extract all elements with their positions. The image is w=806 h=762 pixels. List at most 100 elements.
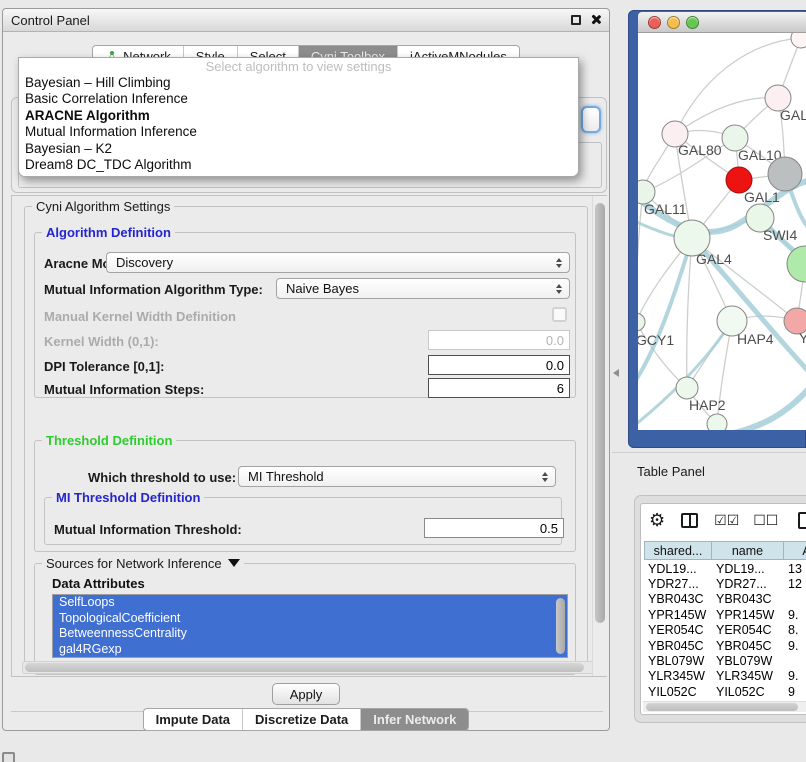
- network-window-titlebar[interactable]: [638, 12, 806, 33]
- network-canvas[interactable]: GALGAL80GAL10GAL1GAL11SWI4GAL4GCY1HAP4YH…: [638, 33, 806, 430]
- table-column-header[interactable]: shared...: [644, 541, 712, 560]
- algorithm-option[interactable]: Bayesian – Hill Climbing: [19, 75, 578, 91]
- tab-impute-data-label: Impute Data: [156, 712, 230, 727]
- table-row[interactable]: YBR045CYBR045C9.: [644, 638, 806, 653]
- tab-discretize-data[interactable]: Discretize Data: [242, 709, 360, 730]
- network-node-label: GAL4: [696, 251, 732, 267]
- table-row[interactable]: YBL079WYBL079W: [644, 653, 806, 668]
- table-cell: 9.: [784, 669, 806, 684]
- algorithm-dropdown-list: Bayesian – Hill ClimbingBasic Correlatio…: [19, 75, 578, 173]
- select-all-checkboxes-icon[interactable]: ☑☑: [714, 512, 739, 529]
- settings-vertical-scrollbar[interactable]: [592, 196, 607, 676]
- cyni-algorithm-settings-title: Cyni Algorithm Settings: [32, 199, 174, 214]
- tab-infer-network[interactable]: Infer Network: [360, 709, 468, 730]
- table-row[interactable]: YPR145WYPR145W9.: [644, 607, 806, 622]
- aracne-mode-combobox[interactable]: Discovery: [106, 252, 570, 273]
- mi-algorithm-type-label: Mutual Information Algorithm Type:: [44, 282, 263, 297]
- zoom-traffic-light-icon[interactable]: [686, 16, 699, 29]
- close-icon[interactable]: [590, 14, 601, 25]
- table-cell: YBL079W: [644, 653, 712, 668]
- algorithm-definition-title: Algorithm Definition: [42, 225, 175, 240]
- close-traffic-light-icon[interactable]: [648, 16, 661, 29]
- minimized-panel-icon[interactable]: [2, 752, 15, 762]
- minimize-traffic-light-icon[interactable]: [667, 16, 680, 29]
- table-row[interactable]: YDL19...YDL19...13: [644, 561, 806, 576]
- table-cell: YDL19...: [712, 561, 784, 576]
- network-node[interactable]: [768, 157, 802, 191]
- algorithm-option[interactable]: Basic Correlation Inference: [19, 91, 578, 107]
- float-window-icon[interactable]: [571, 15, 581, 25]
- settings-horizontal-scrollbar[interactable]: [22, 661, 600, 674]
- network-node[interactable]: [787, 246, 806, 282]
- settings-vertical-scrollbar-thumb[interactable]: [595, 203, 605, 623]
- algorithm-option[interactable]: Bayesian – K2: [19, 141, 578, 157]
- mi-steps-value: 6: [557, 381, 564, 396]
- which-threshold-combobox[interactable]: MI Threshold: [238, 466, 556, 487]
- network-node[interactable]: [676, 377, 698, 399]
- table-cell: [784, 592, 806, 607]
- table-horizontal-scrollbar-thumb[interactable]: [646, 703, 798, 711]
- algorithm-combobox-fragment[interactable]: [581, 106, 601, 133]
- bottom-tabbar: Impute Data Discretize Data Infer Networ…: [3, 708, 609, 731]
- data-attributes-list[interactable]: SelfLoopsTopologicalCoefficientBetweenne…: [52, 594, 568, 658]
- mi-algorithm-type-combobox[interactable]: Naive Bayes: [276, 278, 570, 299]
- table-horizontal-scrollbar[interactable]: [643, 701, 806, 712]
- table-panel-divider: [612, 452, 806, 453]
- network-node-label: GAL1: [744, 189, 780, 205]
- split-pane-handle-icon[interactable]: [613, 369, 619, 377]
- network-node[interactable]: [638, 313, 645, 331]
- threshold-definition-title: Threshold Definition: [42, 433, 176, 448]
- table-row[interactable]: YBR043CYBR043C: [644, 592, 806, 607]
- control-panel-title: Control Panel: [3, 13, 90, 28]
- table-row[interactable]: YDR27...YDR27...12: [644, 576, 806, 591]
- data-attribute-item[interactable]: TopologicalCoefficient: [53, 611, 567, 627]
- table-cell: 12: [784, 576, 806, 591]
- algorithm-dropdown-popup: Select algorithm to view settings Bayesi…: [18, 57, 579, 177]
- spinner-arrows-icon: [556, 258, 562, 268]
- tab-impute-data[interactable]: Impute Data: [144, 709, 242, 730]
- settings-horizontal-scrollbar-thumb[interactable]: [25, 663, 584, 672]
- table-cell: YLR345W: [644, 669, 712, 684]
- split-columns-icon[interactable]: [681, 513, 698, 528]
- table-row[interactable]: YIL052CYIL052C9: [644, 684, 806, 699]
- tab-infer-network-label: Infer Network: [373, 712, 456, 727]
- network-node[interactable]: [707, 414, 727, 430]
- table-column-header[interactable]: name: [712, 541, 784, 560]
- table-cell: 13: [784, 561, 806, 576]
- manual-kernel-width-label: Manual Kernel Width Definition: [44, 309, 236, 324]
- aracne-mode-value: Discovery: [116, 255, 173, 270]
- table-row[interactable]: YER054CYER054C8.: [644, 623, 806, 638]
- table-cell: YBL079W: [712, 653, 784, 668]
- data-attribute-item[interactable]: BetweennessCentrality: [53, 626, 567, 642]
- data-attribute-item[interactable]: gal4RGexp: [53, 642, 567, 658]
- apply-button[interactable]: Apply: [272, 683, 340, 705]
- table-cell: 9.: [784, 638, 806, 653]
- table-cell: 9.: [784, 607, 806, 622]
- deselect-all-checkboxes-icon[interactable]: ☐☐: [753, 512, 778, 529]
- control-panel-titlebar: Control Panel: [3, 9, 609, 32]
- which-threshold-value: MI Threshold: [248, 469, 324, 484]
- table-cell: YDR27...: [644, 576, 712, 591]
- table-panel-body: ⚙☑☑☐☐ shared...nameA YDL19...YDL19...13Y…: [640, 503, 806, 715]
- gear-icon[interactable]: ⚙: [649, 511, 665, 529]
- table-cell: YIL052C: [644, 684, 712, 699]
- document-icon[interactable]: [798, 512, 806, 529]
- mi-algorithm-type-value: Naive Bayes: [286, 281, 359, 296]
- mi-steps-input[interactable]: 6: [428, 378, 570, 398]
- algorithm-option[interactable]: Dream8 DC_TDC Algorithm: [19, 157, 578, 173]
- data-attribute-item[interactable]: SelfLoops: [53, 595, 567, 611]
- network-node-label: GAL80: [678, 142, 722, 158]
- kernel-width-input: 0.0: [428, 330, 570, 350]
- collapse-arrow-icon[interactable]: [228, 559, 240, 567]
- mi-threshold-input[interactable]: 0.5: [424, 518, 564, 538]
- attributes-list-scrollbar[interactable]: [556, 598, 565, 654]
- algorithm-option[interactable]: Mutual Information Inference: [19, 124, 578, 140]
- table-row[interactable]: YLR345WYLR345W9.: [644, 669, 806, 684]
- dpi-tolerance-input[interactable]: 0.0: [428, 355, 570, 375]
- table-column-header[interactable]: A: [784, 541, 806, 560]
- algorithm-option[interactable]: ARACNE Algorithm: [19, 108, 578, 124]
- network-node[interactable]: [791, 33, 806, 48]
- which-threshold-label: Which threshold to use:: [88, 470, 236, 485]
- settings-panel: Cyni Algorithm Settings Algorithm Defini…: [11, 195, 607, 677]
- network-view-window: GALGAL80GAL10GAL1GAL11SWI4GAL4GCY1HAP4YH…: [628, 10, 806, 448]
